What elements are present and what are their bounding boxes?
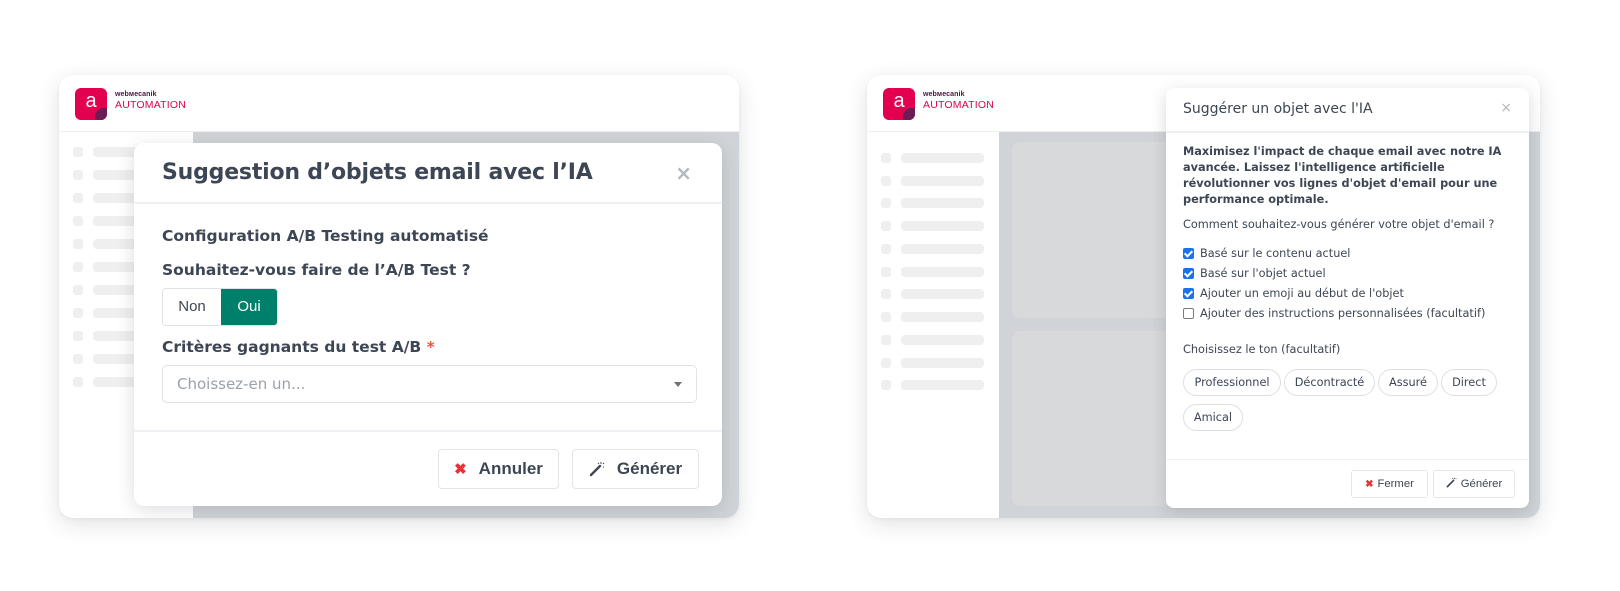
tone-chip-professionnel[interactable]: Professionnel bbox=[1183, 369, 1281, 396]
sidebar-placeholder-row bbox=[881, 221, 999, 231]
option-label: Basé sur le contenu actuel bbox=[1200, 246, 1351, 260]
close-icon[interactable]: × bbox=[675, 161, 692, 185]
sidebar-placeholder-row bbox=[881, 267, 999, 277]
checkbox-checked[interactable] bbox=[1183, 247, 1194, 259]
dialog-title: Suggérer un objet avec l'IA bbox=[1183, 101, 1373, 117]
tone-label: Choisissez le ton (facultatif) bbox=[1183, 343, 1341, 356]
sidebar-placeholder-row bbox=[881, 153, 999, 163]
dialog-header: Suggestion d’objets email avec l’IA × bbox=[134, 143, 722, 204]
brand-product: AUTOMATION bbox=[115, 99, 187, 111]
close-icon[interactable]: × bbox=[1500, 100, 1512, 116]
ab-test-toggle: Non Oui bbox=[162, 288, 278, 326]
brand-logo[interactable]: a bbox=[883, 88, 915, 120]
method-question: Comment souhaitez-vous générer votre obj… bbox=[1183, 218, 1495, 231]
close-x-icon: ✖ bbox=[454, 461, 467, 478]
logo-corner-shape bbox=[903, 108, 915, 120]
generate-label: Générer bbox=[616, 459, 683, 478]
tone-chip-amical[interactable]: Amical bbox=[1183, 404, 1243, 431]
footer-divider bbox=[134, 430, 722, 432]
footer-divider bbox=[1166, 459, 1529, 460]
cancel-label: Annuler bbox=[478, 459, 543, 478]
chevron-down-icon bbox=[674, 382, 682, 387]
checkbox-checked[interactable] bbox=[1183, 267, 1194, 279]
close-x-icon: ✖ bbox=[1365, 478, 1374, 490]
brand-name: webмecanik bbox=[115, 91, 157, 98]
tone-chip-direct[interactable]: Direct bbox=[1441, 369, 1497, 396]
ab-test-question: Souhaitez-vous faire de l’A/B Test ? bbox=[162, 261, 471, 279]
brand-logo[interactable]: a bbox=[75, 88, 107, 120]
brand-name: webмecanik bbox=[923, 91, 965, 98]
option-label: Ajouter un emoji au début de l'objet bbox=[1200, 286, 1404, 300]
dialog-intro-text: Maximisez l'impact de chaque email avec … bbox=[1183, 145, 1502, 206]
checkbox-checked[interactable] bbox=[1183, 287, 1194, 299]
option-label: Basé sur l'objet actuel bbox=[1200, 266, 1326, 280]
dialog-title: Suggestion d’objets email avec l’IA bbox=[162, 160, 593, 185]
sidebar-placeholder-row bbox=[881, 198, 999, 208]
sidebar-placeholder-row bbox=[881, 312, 999, 322]
checkbox-unchecked[interactable] bbox=[1183, 307, 1194, 319]
option-label: Ajouter des instructions personnalisées … bbox=[1200, 306, 1486, 320]
generate-button[interactable]: Générer bbox=[572, 449, 699, 489]
content-card-placeholder bbox=[1012, 142, 1192, 318]
app-window-left: a webмecanik AUTOMATION Suggestion d’obj… bbox=[59, 75, 739, 518]
magic-wand-icon bbox=[1446, 477, 1457, 491]
option-current-content[interactable]: Basé sur le contenu actuel bbox=[1183, 245, 1350, 261]
magic-wand-icon bbox=[589, 461, 605, 477]
tone-chip-decontracte[interactable]: Décontracté bbox=[1284, 369, 1375, 396]
sidebar-placeholder-row bbox=[881, 335, 999, 345]
criteria-label-text: Critères gagnants du test A/B bbox=[162, 338, 422, 356]
ai-subject-dialog: Suggérer un objet avec l'IA × Maximisez … bbox=[1166, 88, 1529, 508]
sidebar-placeholder-row bbox=[881, 244, 999, 254]
criteria-select[interactable]: Choissez-en un... bbox=[162, 365, 697, 403]
generate-button[interactable]: Générer bbox=[1433, 470, 1515, 498]
sidebar-placeholder-row bbox=[881, 358, 999, 368]
ai-subject-dialog: Suggestion d’objets email avec l’IA × Co… bbox=[134, 143, 722, 506]
toggle-oui-button[interactable]: Oui bbox=[221, 289, 277, 325]
option-add-emoji[interactable]: Ajouter un emoji au début de l'objet bbox=[1183, 285, 1404, 301]
sidebar-placeholder-row bbox=[881, 289, 999, 299]
option-current-subject[interactable]: Basé sur l'objet actuel bbox=[1183, 265, 1326, 281]
sidebar-placeholder-row bbox=[881, 176, 999, 186]
cancel-button[interactable]: ✖ Annuler bbox=[438, 449, 559, 489]
criteria-label: Critères gagnants du test A/B * bbox=[162, 338, 435, 356]
logo-corner-shape bbox=[95, 108, 107, 120]
option-custom-instructions[interactable]: Ajouter des instructions personnalisées … bbox=[1183, 305, 1485, 321]
dialog-header: Suggérer un objet avec l'IA × bbox=[1166, 88, 1529, 133]
tone-chip-assure[interactable]: Assuré bbox=[1378, 369, 1438, 396]
required-marker: * bbox=[426, 338, 435, 356]
content-card-placeholder bbox=[1012, 331, 1192, 506]
app-header: a webмecanik AUTOMATION bbox=[59, 75, 739, 132]
close-button[interactable]: ✖ Fermer bbox=[1351, 470, 1428, 498]
brand-product: AUTOMATION bbox=[923, 99, 995, 111]
sidebar-skeleton bbox=[867, 132, 999, 518]
app-window-right: a webмecanik AUTOMATION Suggérer un obje… bbox=[867, 75, 1540, 518]
generate-label: Générer bbox=[1460, 478, 1503, 490]
select-placeholder: Choissez-en un... bbox=[177, 375, 306, 393]
toggle-non-button[interactable]: Non bbox=[163, 289, 221, 325]
sidebar-placeholder-row bbox=[881, 380, 999, 390]
section-title: Configuration A/B Testing automatisé bbox=[162, 227, 489, 245]
close-label: Fermer bbox=[1377, 478, 1414, 490]
